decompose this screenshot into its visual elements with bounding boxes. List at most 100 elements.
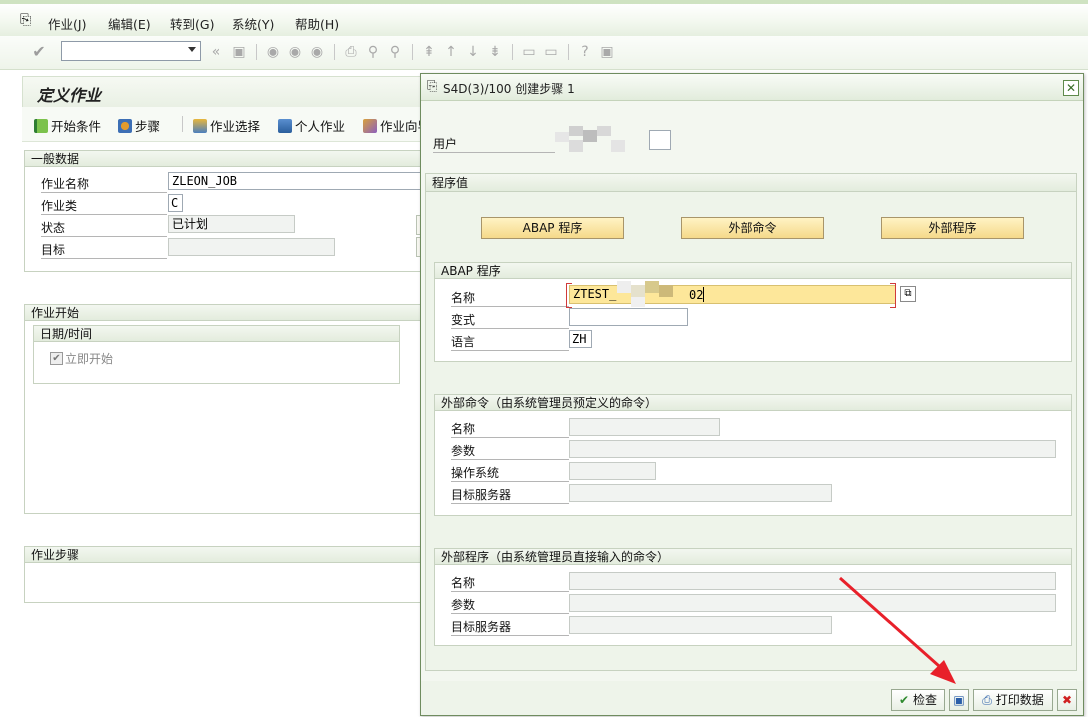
own-jobs-button[interactable]: 个人作业 bbox=[278, 116, 345, 135]
status-label: 状态 bbox=[41, 219, 167, 237]
dialog-title: S4D(3)/100 创建步骤 1 bbox=[443, 82, 575, 96]
group-header: 作业步骤 bbox=[25, 547, 422, 563]
job-class-field[interactable]: C bbox=[168, 194, 183, 212]
separator bbox=[182, 116, 183, 132]
menu-help[interactable]: 帮助(H) bbox=[295, 14, 339, 33]
ext-prog-name-field[interactable] bbox=[569, 572, 1056, 590]
ext-prog-target-server-field[interactable] bbox=[569, 616, 832, 634]
last-page-icon[interactable]: ⇟ bbox=[486, 43, 504, 61]
menu-bar: ⎘ 作业(J) 编辑(E) 转到(G) 系统(Y) 帮助(H) bbox=[0, 0, 1088, 36]
first-page-icon[interactable]: ⇞ bbox=[420, 43, 438, 61]
close-icon: ✖ bbox=[1061, 693, 1073, 707]
create-step-dialog: ⎘ S4D(3)/100 创建步骤 1 ✕ 用户 程序值 ABAP 程序 外部命… bbox=[420, 73, 1084, 716]
ext-prog-target-server-label: 目标服务器 bbox=[451, 618, 569, 636]
print-icon[interactable]: ⎙ bbox=[342, 43, 360, 61]
application-toolbar: 开始条件 步骤 作业选择 个人作业 作业向导 bbox=[22, 107, 430, 142]
ext-cmd-target-server-label: 目标服务器 bbox=[451, 486, 569, 504]
ext-prog-params-field[interactable] bbox=[569, 594, 1056, 612]
language-field[interactable]: ZH bbox=[569, 330, 592, 348]
separator bbox=[568, 44, 569, 60]
target-label: 目标 bbox=[41, 241, 167, 259]
menu-system[interactable]: 系统(Y) bbox=[232, 14, 274, 33]
job-selection-icon bbox=[193, 119, 207, 133]
flag-icon bbox=[34, 119, 48, 133]
menu-goto[interactable]: 转到(G) bbox=[170, 14, 214, 33]
close-icon[interactable]: ✕ bbox=[1063, 80, 1079, 96]
ext-cmd-name-label: 名称 bbox=[451, 420, 569, 438]
abap-program-group: ABAP 程序 名称 ZTEST_ 02 ⧉ 变式 语言 ZH bbox=[434, 262, 1072, 362]
ext-prog-params-label: 参数 bbox=[451, 596, 569, 614]
variant-field[interactable] bbox=[569, 308, 688, 326]
program-name-blurred bbox=[617, 279, 683, 309]
immediate-start-checkbox[interactable]: ✔ bbox=[50, 352, 63, 365]
ext-cmd-params-field[interactable] bbox=[569, 440, 1056, 458]
program-name-suffix: 02 bbox=[689, 288, 704, 302]
job-name-label: 作业名称 bbox=[41, 175, 167, 193]
exit-icon[interactable]: ◉ bbox=[286, 43, 304, 61]
cancel-icon[interactable]: ◉ bbox=[308, 43, 326, 61]
find-next-icon[interactable]: ⚲ bbox=[386, 43, 404, 61]
program-name-label: 名称 bbox=[451, 289, 569, 307]
datetime-group: 日期/时间 ✔ 立即开始 bbox=[33, 325, 400, 384]
wizard-icon bbox=[363, 119, 377, 133]
cancel-button[interactable]: ✖ bbox=[1057, 689, 1077, 711]
shortcut-icon[interactable]: ▭ bbox=[542, 43, 560, 61]
new-session-icon[interactable]: ▭ bbox=[520, 43, 538, 61]
print-data-button[interactable]: ⎙ 打印数据 bbox=[973, 689, 1053, 711]
job-selection-button[interactable]: 作业选择 bbox=[193, 116, 260, 135]
double-left-icon: « bbox=[211, 44, 221, 60]
ext-prog-name-label: 名称 bbox=[451, 574, 569, 592]
window-menu-icon[interactable]: ⎘ bbox=[20, 12, 31, 28]
group-header: 作业开始 bbox=[25, 305, 422, 321]
ext-cmd-os-field[interactable] bbox=[569, 462, 656, 480]
find-icon[interactable]: ⚲ bbox=[364, 43, 382, 61]
job-name-field[interactable]: ZLEON_JOB bbox=[168, 172, 424, 190]
save-icon[interactable]: ▣ bbox=[230, 43, 248, 61]
ext-cmd-name-field[interactable] bbox=[569, 418, 720, 436]
checkmark-icon: ✔ bbox=[899, 693, 910, 707]
menu-job[interactable]: 作业(J) bbox=[48, 14, 86, 33]
user-field-blurred[interactable] bbox=[555, 126, 653, 154]
steps-button[interactable]: 步骤 bbox=[118, 116, 160, 135]
group-header: 日期/时间 bbox=[34, 326, 399, 342]
separator bbox=[334, 44, 335, 60]
job-start-group: 作业开始 日期/时间 ✔ 立即开始 bbox=[24, 304, 422, 514]
help-icon[interactable]: ? bbox=[576, 43, 594, 61]
screen-title-bar: 定义作业 bbox=[22, 76, 423, 108]
job-class-label: 作业类 bbox=[41, 197, 167, 215]
separator bbox=[256, 44, 257, 60]
external-command-button[interactable]: 外部命令 bbox=[681, 217, 824, 239]
print-icon: ⎙ bbox=[982, 693, 992, 707]
group-header: ABAP 程序 bbox=[435, 263, 1071, 279]
abap-program-button[interactable]: ABAP 程序 bbox=[481, 217, 624, 239]
chevron-down-icon[interactable] bbox=[188, 47, 196, 52]
start-condition-button[interactable]: 开始条件 bbox=[34, 116, 101, 135]
next-page-icon[interactable]: ↓ bbox=[464, 43, 482, 61]
target-field[interactable] bbox=[168, 238, 335, 256]
command-field[interactable] bbox=[61, 41, 201, 61]
steps-icon bbox=[118, 119, 132, 133]
page-title: 定义作业 bbox=[37, 86, 102, 105]
save-button[interactable]: ▣ bbox=[949, 689, 969, 711]
separator bbox=[412, 44, 413, 60]
previous-page-icon[interactable]: ↑ bbox=[442, 43, 460, 61]
user-field-box[interactable] bbox=[649, 130, 671, 150]
job-steps-group: 作业步骤 bbox=[24, 546, 422, 603]
external-program-button[interactable]: 外部程序 bbox=[881, 217, 1024, 239]
enter-check-icon[interactable]: ✔ bbox=[30, 43, 48, 61]
layout-menu-icon[interactable]: ▣ bbox=[598, 43, 616, 61]
group-header: 外部程序（由系统管理员直接输入的命令） bbox=[435, 549, 1071, 565]
ext-cmd-target-server-field[interactable] bbox=[569, 484, 832, 502]
group-header: 外部命令（由系统管理员预定义的命令） bbox=[435, 395, 1071, 411]
value-help-icon[interactable]: ⧉ bbox=[900, 286, 916, 302]
back-icon[interactable]: ◉ bbox=[264, 43, 282, 61]
separator bbox=[512, 44, 513, 60]
dialog-footer: ✔ 检查 ▣ ⎙ 打印数据 ✖ bbox=[421, 681, 1083, 715]
check-button[interactable]: ✔ 检查 bbox=[891, 689, 945, 711]
group-header: 程序值 bbox=[426, 174, 1076, 192]
immediate-start-label: 立即开始 bbox=[65, 352, 114, 366]
ext-cmd-params-label: 参数 bbox=[451, 442, 569, 460]
group-header: 一般数据 bbox=[25, 151, 422, 167]
program-values-panel: 程序值 ABAP 程序 外部命令 外部程序 ABAP 程序 名称 ZTEST_ … bbox=[425, 173, 1077, 671]
menu-edit[interactable]: 编辑(E) bbox=[108, 14, 151, 33]
